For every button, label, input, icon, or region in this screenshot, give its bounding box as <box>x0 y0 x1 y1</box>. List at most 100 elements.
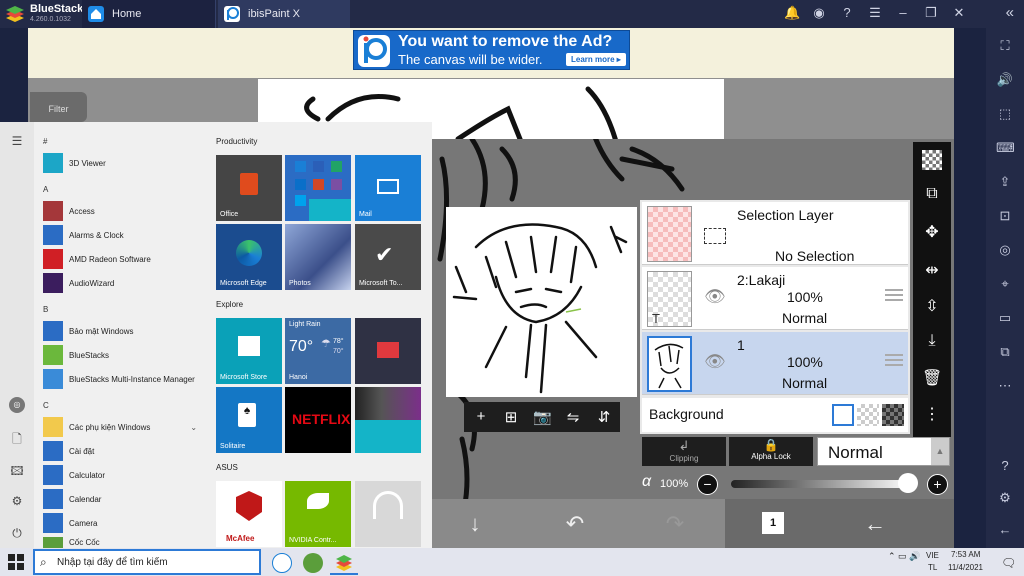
tile-office-apps[interactable] <box>285 155 351 221</box>
delete-layer-icon[interactable]: 🗑 <box>922 368 942 388</box>
app-bluestacks[interactable]: BlueStacks <box>43 345 203 365</box>
folder-icon[interactable]: ▭ <box>996 310 1014 326</box>
redo-icon[interactable]: ↷ <box>662 511 688 537</box>
clock-time[interactable]: 7:53 AM <box>951 550 980 559</box>
visibility-eye-icon[interactable]: 👁 <box>704 352 726 371</box>
app-alarms[interactable]: Alarms & Clock <box>43 225 203 245</box>
layer-item-selected[interactable]: 👁 1 100% Normal <box>642 332 908 395</box>
multi-instance-icon[interactable]: ⧉ <box>996 344 1014 360</box>
back-arrow-icon[interactable]: ← <box>862 511 888 537</box>
app-windows-accessories[interactable]: Các phụ kiện Windows ⌄ <box>43 417 203 437</box>
transparency-icon[interactable] <box>922 150 942 170</box>
copy-layer-icon[interactable]: ⧉ <box>922 185 942 205</box>
move-icon[interactable]: ✥ <box>922 222 942 242</box>
hamburger-icon[interactable]: ☰ <box>9 134 25 150</box>
pictures-icon[interactable]: 🖾 <box>9 462 25 478</box>
location-icon[interactable]: ⌖ <box>996 276 1014 292</box>
opacity-minus-button[interactable]: − <box>697 474 718 495</box>
tile-xbox-games[interactable] <box>355 387 421 453</box>
ad-banner[interactable]: You want to remove the Ad? The canvas wi… <box>353 30 630 70</box>
tile-news[interactable] <box>355 318 421 384</box>
input-language[interactable]: VIE <box>926 551 939 560</box>
input-method[interactable]: TL <box>928 563 937 572</box>
tile-photos[interactable]: Photos <box>285 224 351 290</box>
notifications-icon[interactable]: 🗨 <box>1001 556 1016 570</box>
merge-down-icon[interactable]: ⤓ <box>922 332 942 352</box>
app-camera[interactable]: Camera <box>43 513 203 533</box>
clock-date[interactable]: 11/4/2021 <box>948 563 983 572</box>
collapse-sidebar-icon[interactable]: « <box>1006 4 1014 21</box>
bg-white-swatch[interactable] <box>832 404 854 426</box>
system-tray-icons[interactable]: ⌃ ▭ 🔊 <box>888 551 920 562</box>
user-avatar[interactable]: ◎ <box>9 397 25 413</box>
app-audiowizard[interactable]: AudioWizard <box>43 273 203 293</box>
blend-mode-select[interactable]: Normal ▲ <box>817 437 950 466</box>
app-access[interactable]: Access <box>43 201 203 221</box>
bg-transparent-swatch[interactable] <box>857 404 879 426</box>
flip-layer-v-icon[interactable]: ⇳ <box>922 296 942 316</box>
keyboard-icon[interactable]: ⌨ <box>996 140 1015 156</box>
add-layer-icon[interactable]: + <box>472 408 490 426</box>
tile-audio[interactable] <box>355 481 421 547</box>
documents-icon[interactable]: 🗋 <box>9 430 25 446</box>
restore-icon[interactable]: ❐ <box>924 5 938 21</box>
tile-edge[interactable]: Microsoft Edge <box>216 224 282 290</box>
screenshot-icon[interactable]: ⊡ <box>996 208 1014 224</box>
layer-item[interactable]: T 👁 2:Lakaji 100% Normal <box>642 267 908 330</box>
flip-vertical-icon[interactable]: ⇵ <box>595 408 613 426</box>
clipping-button[interactable]: ↲ Clipping <box>642 437 726 466</box>
canvas-preview[interactable] <box>446 207 637 397</box>
tab-home[interactable]: Home <box>82 0 216 28</box>
fullscreen-icon[interactable]: ⛶ <box>996 38 1014 54</box>
camera-import-icon[interactable]: 📷 <box>533 408 552 426</box>
tile-office[interactable]: Office <box>216 155 282 221</box>
back-side-icon[interactable]: ← <box>996 522 1014 538</box>
taskbar-search-box[interactable]: ⌕ Nhập tại đây để tìm kiếm <box>33 549 261 575</box>
install-apk-icon[interactable]: ⇪ <box>996 174 1014 190</box>
help-icon[interactable]: ? <box>840 5 854 21</box>
tile-store[interactable]: Microsoft Store <box>216 318 282 384</box>
app-calculator[interactable]: Calculator <box>43 465 203 485</box>
tab-ibispaint[interactable]: ibisPaint X <box>218 0 350 28</box>
pointer-icon[interactable]: ⬚ <box>996 106 1014 122</box>
more-options-icon[interactable]: ⋮ <box>922 404 942 424</box>
alpha-lock-button[interactable]: 🔒 Alpha Lock <box>729 437 813 466</box>
tile-weather[interactable]: Light Rain 70° ☂ 78° 70° Hanoi <box>285 318 351 384</box>
down-arrow-icon[interactable]: ↓ <box>462 511 488 537</box>
account-icon[interactable]: ◉ <box>812 5 826 21</box>
undo-icon[interactable]: ↶ <box>562 511 588 537</box>
minimize-icon[interactable]: – <box>896 5 910 21</box>
opacity-slider[interactable] <box>731 480 911 488</box>
camera-icon[interactable]: ◎ <box>996 242 1014 258</box>
opacity-slider-knob[interactable] <box>898 473 918 493</box>
selection-layer[interactable]: Selection Layer No Selection <box>642 202 908 265</box>
filter-button[interactable]: Filter <box>30 92 87 122</box>
zalo-icon[interactable] <box>272 553 292 573</box>
windows-start-icon[interactable] <box>8 554 24 570</box>
app-settings[interactable]: Cài đặt <box>43 441 203 461</box>
app-windows-security[interactable]: Bảo mật Windows <box>43 321 203 341</box>
coccoc-taskbar-icon[interactable] <box>303 553 323 573</box>
flip-layer-h-icon[interactable]: ⇹ <box>922 260 942 280</box>
tile-todo[interactable]: ✔ Microsoft To... <box>355 224 421 290</box>
app-calendar[interactable]: Calendar <box>43 489 203 509</box>
notification-bell-icon[interactable]: 🔔 <box>784 5 800 21</box>
app-amd[interactable]: AMD Radeon Software <box>43 249 203 269</box>
background-layer[interactable]: Background <box>642 398 908 432</box>
bluestacks-taskbar-icon[interactable] <box>334 553 354 573</box>
power-icon[interactable]: ⏻ <box>9 526 25 542</box>
app-bluestacks-mim[interactable]: BlueStacks Multi-Instance Manager <box>43 369 203 389</box>
drag-handle-icon[interactable] <box>885 354 903 366</box>
settings-icon[interactable]: ⚙ <box>996 490 1014 506</box>
drag-handle-icon[interactable] <box>885 289 903 301</box>
settings-gear-icon[interactable]: ⚙ <box>9 494 25 510</box>
duplicate-layer-icon[interactable]: ⊞ <box>502 408 520 426</box>
ad-learn-more-button[interactable]: Learn more ▸ <box>566 53 626 66</box>
tile-mcafee[interactable]: McAfee <box>216 481 282 547</box>
layers-count-button[interactable]: 1 <box>762 512 784 534</box>
help-side-icon[interactable]: ? <box>996 458 1014 474</box>
tile-nvidia[interactable]: NVIDIA Contr... <box>285 481 351 547</box>
tile-mail[interactable]: Mail <box>355 155 421 221</box>
opacity-plus-button[interactable]: + <box>927 474 948 495</box>
tile-solitaire[interactable]: ♠ Solitaire <box>216 387 282 453</box>
